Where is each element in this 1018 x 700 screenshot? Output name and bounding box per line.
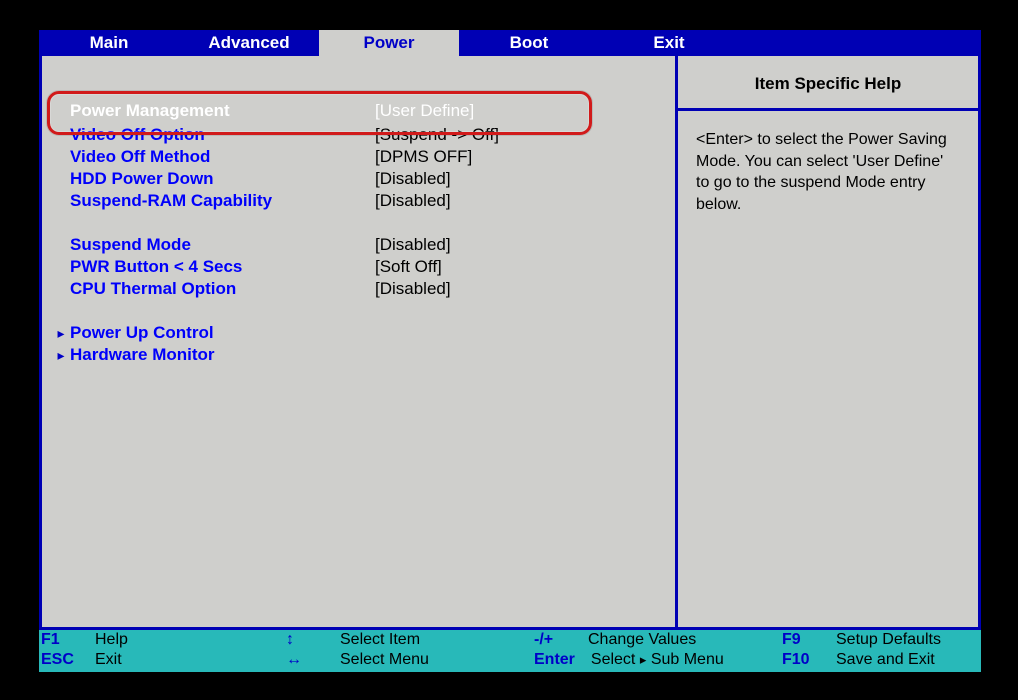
setting-hdd-power-down[interactable]: HDD Power Down [Disabled] [52,168,655,190]
submenu-arrow-icon: ▸ [52,347,70,364]
setting-power-management[interactable]: Power Management [User Define] [52,100,655,122]
setting-cpu-thermal[interactable]: CPU Thermal Option [Disabled] [52,278,655,300]
key-f10: F10 [782,651,820,669]
plusminus-text: Change Values [588,631,696,649]
setting-value: [User Define] [375,101,474,121]
updown-icon: ↕ [286,631,324,649]
submenu-label: Power Up Control [70,323,375,343]
setting-label: Video Off Option [70,125,375,145]
key-f9-text: Setup Defaults [836,631,941,649]
key-enter: Enter [534,651,575,669]
key-f9: F9 [782,631,820,649]
setting-label: CPU Thermal Option [70,279,375,299]
footer-f10: F10 Save and Exit [782,650,979,670]
setting-label: HDD Power Down [70,169,375,189]
help-body: <Enter> to select the Power Saving Mode.… [678,111,978,233]
setting-pwr-button[interactable]: PWR Button < 4 Secs [Soft Off] [52,256,655,278]
submenu-power-up-control[interactable]: ▸ Power Up Control [52,322,655,344]
key-esc-text: Exit [95,651,122,669]
footer-updown: ↕ Select Item [286,630,534,650]
setting-value: [Soft Off] [375,257,442,277]
footer-plusminus: -/+ Change Values [534,630,782,650]
footer-leftright: ↔ Select Menu [286,650,534,670]
setting-label: Power Management [70,101,375,121]
key-f10-text: Save and Exit [836,651,935,669]
setting-video-off-method[interactable]: Video Off Method [DPMS OFF] [52,146,655,168]
leftright-icon: ↔ [286,651,324,669]
footer-f9: F9 Setup Defaults [782,630,979,650]
enter-text: Select ▸ Sub Menu [591,651,724,669]
setting-suspend-ram[interactable]: Suspend-RAM Capability [Disabled] [52,190,655,212]
footer-f1: F1 Help [41,630,286,650]
key-f1-text: Help [95,631,128,649]
setting-value: [Disabled] [375,279,451,299]
setting-video-off-option[interactable]: Video Off Option [Suspend -> Off] [52,124,655,146]
footer-enter: Enter Select ▸ Sub Menu [534,650,782,670]
submenu-arrow-icon: ▸ [52,325,70,342]
footer-esc: ESC Exit [41,650,286,670]
submenu-arrow-icon: ▸ [640,652,647,667]
bios-window: Main Advanced Power Boot Exit Power Mana… [39,30,981,672]
submenu-hardware-monitor[interactable]: ▸ Hardware Monitor [52,344,655,366]
setting-value: [Suspend -> Off] [375,125,499,145]
submenu-label: Hardware Monitor [70,345,375,365]
setting-value: [Disabled] [375,235,451,255]
settings-panel: Power Management [User Define] Video Off… [42,56,675,627]
help-panel: Item Specific Help <Enter> to select the… [675,56,978,627]
tab-advanced[interactable]: Advanced [179,30,319,56]
setting-value: [Disabled] [375,169,451,189]
setting-label: PWR Button < 4 Secs [70,257,375,277]
updown-text: Select Item [340,631,420,649]
key-esc: ESC [41,651,79,669]
content-area: Power Management [User Define] Video Off… [39,56,981,630]
tab-exit[interactable]: Exit [599,30,739,56]
setting-value: [Disabled] [375,191,451,211]
tab-bar: Main Advanced Power Boot Exit [39,30,981,56]
setting-label: Suspend-RAM Capability [70,191,375,211]
setting-value: [DPMS OFF] [375,147,472,167]
setting-label: Suspend Mode [70,235,375,255]
key-plusminus: -/+ [534,631,572,649]
setting-suspend-mode[interactable]: Suspend Mode [Disabled] [52,234,655,256]
footer-keybar: F1 Help ↕ Select Item -/+ Change Values … [39,630,981,672]
setting-label: Video Off Method [70,147,375,167]
leftright-text: Select Menu [340,651,429,669]
tab-boot[interactable]: Boot [459,30,599,56]
key-f1: F1 [41,631,79,649]
tab-main[interactable]: Main [39,30,179,56]
help-title: Item Specific Help [678,56,978,111]
tab-power[interactable]: Power [319,30,459,56]
